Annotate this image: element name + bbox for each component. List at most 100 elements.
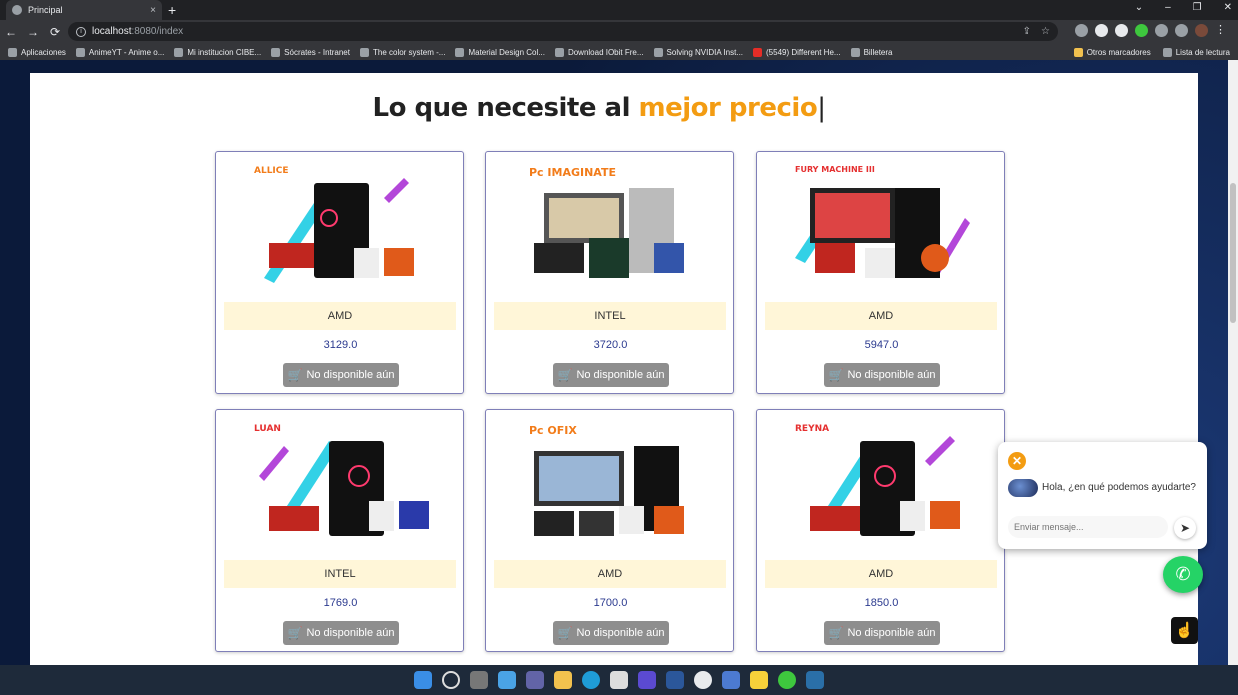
extension-icon[interactable] <box>1115 24 1128 37</box>
store-icon[interactable] <box>610 671 628 689</box>
add-to-cart-button[interactable]: 🛒 No disponible aún <box>553 621 669 645</box>
button-label: No disponible aún <box>576 369 665 381</box>
edge-icon[interactable] <box>582 671 600 689</box>
task-view-icon[interactable] <box>470 671 488 689</box>
reading-list-icon[interactable] <box>1175 24 1188 37</box>
chat-message-input[interactable] <box>1008 516 1168 538</box>
product-image: REYNA <box>795 424 960 536</box>
extension-icon[interactable] <box>1135 24 1148 37</box>
add-to-cart-button[interactable]: 🛒 No disponible aún <box>553 363 669 387</box>
bookmark-label: Aplicaciones <box>21 47 66 57</box>
hand-pointer-icon: ☝ <box>1175 622 1194 639</box>
widgets-icon[interactable] <box>498 671 516 689</box>
share-icon[interactable]: ⇪ <box>1023 26 1031 37</box>
new-tab-button[interactable]: + <box>168 2 176 18</box>
reload-button[interactable]: ⟳ <box>44 25 66 39</box>
send-icon[interactable]: ➤ <box>1174 517 1196 539</box>
product-image: FURY MACHINE III <box>795 165 970 278</box>
product-price: 3129.0 <box>323 339 358 351</box>
bookmark-star-icon[interactable]: ☆ <box>1041 26 1050 37</box>
bookmark-favicon-icon <box>271 47 281 57</box>
add-to-cart-button[interactable]: 🛒 No disponible aún <box>824 621 940 645</box>
close-window-button[interactable]: ✕ <box>1224 2 1232 13</box>
reading-list[interactable]: Lista de lectura <box>1162 47 1230 57</box>
puzzle-icon[interactable] <box>1155 24 1168 37</box>
bookmark-item[interactable]: The color system -... <box>359 47 446 57</box>
scrollbar-thumb[interactable] <box>1230 183 1236 323</box>
extensions-area: ⋮ <box>1075 24 1226 37</box>
app-icon[interactable] <box>722 671 740 689</box>
reading-list-icon <box>1162 47 1172 57</box>
youtube-icon <box>753 47 763 57</box>
chat-greeting: Hola, ¿en qué podemos ayudarte? <box>1042 482 1196 493</box>
image-label: LUAN <box>254 424 281 434</box>
pointer-hand-button[interactable]: ☝ <box>1171 617 1198 644</box>
bookmark-label: Mi institucion CIBE... <box>187 47 262 57</box>
bookmark-item[interactable]: AnimeYT - Anime o... <box>75 47 165 57</box>
app-icon[interactable] <box>778 671 796 689</box>
other-bookmarks[interactable]: Otros marcadores <box>1073 47 1151 57</box>
bookmarks-bar: Aplicaciones AnimeYT - Anime o... Mi ins… <box>0 44 1238 60</box>
product-brand: INTEL <box>494 302 726 330</box>
chat-close-button[interactable]: ✕ <box>1008 452 1026 470</box>
product-brand: AMD <box>765 302 997 330</box>
add-to-cart-button[interactable]: 🛒 No disponible aún <box>824 363 940 387</box>
tab-search-icon[interactable]: ⌄ <box>1135 2 1143 13</box>
bookmark-favicon-icon <box>174 47 184 57</box>
chat-bot-avatar <box>1008 479 1038 497</box>
address-bar[interactable]: i localhost :8080/index ⇪ ☆ <box>68 22 1058 41</box>
profile-avatar[interactable] <box>1195 24 1208 37</box>
back-button[interactable]: ← <box>0 25 22 39</box>
file-explorer-icon[interactable] <box>554 671 572 689</box>
bookmark-item[interactable]: Material Design Col... <box>455 47 545 57</box>
extension-icon[interactable] <box>1075 24 1088 37</box>
heading-accent: mejor precio <box>638 93 818 123</box>
bookmark-item[interactable]: Sócrates - Intranet <box>271 47 350 57</box>
window-controls: ⌄ – ❐ ✕ <box>1135 2 1232 13</box>
main-content: Lo que necesite al mejor precio| ALLICE … <box>30 73 1198 665</box>
apps-icon <box>8 47 17 57</box>
product-brand: AMD <box>494 560 726 588</box>
product-card: Pc IMAGINATE INTEL 3720.0 🛒 No disponible… <box>485 151 734 394</box>
app-icon[interactable] <box>806 671 824 689</box>
bookmark-favicon-icon <box>75 47 85 57</box>
button-label: No disponible aún <box>847 369 936 381</box>
sticky-notes-icon[interactable] <box>750 671 768 689</box>
app-icon[interactable] <box>638 671 656 689</box>
cart-icon: 🛒 <box>557 368 573 382</box>
button-label: No disponible aún <box>306 369 395 381</box>
chat-icon[interactable] <box>526 671 544 689</box>
url-host: localhost <box>92 26 132 37</box>
maximize-button[interactable]: ❐ <box>1193 2 1202 13</box>
bookmark-label: Billetera <box>863 47 893 57</box>
bookmark-item[interactable]: (5549) Different He... <box>753 47 841 57</box>
bookmark-favicon-icon <box>554 47 564 57</box>
bookmark-item[interactable]: Download IObit Fre... <box>554 47 644 57</box>
product-image: LUAN <box>254 424 429 536</box>
bookmark-item[interactable]: Billetera <box>850 47 893 57</box>
product-price: 1850.0 <box>864 597 899 609</box>
site-info-icon[interactable]: i <box>76 26 86 37</box>
menu-kebab-icon[interactable]: ⋮ <box>1215 24 1226 37</box>
search-icon[interactable] <box>442 671 460 689</box>
extension-icon[interactable] <box>1095 24 1108 37</box>
minimize-button[interactable]: – <box>1165 2 1171 13</box>
windows-taskbar <box>0 665 1238 695</box>
bookmark-item[interactable]: Aplicaciones <box>8 47 66 57</box>
add-to-cart-button[interactable]: 🛒 No disponible aún <box>283 621 399 645</box>
windows-start-icon[interactable] <box>414 671 432 689</box>
page-scrollbar[interactable] <box>1228 60 1238 665</box>
chrome-icon[interactable] <box>694 671 712 689</box>
bookmark-item[interactable]: Solving NVIDIA Inst... <box>653 47 743 57</box>
add-to-cart-button[interactable]: 🛒 No disponible aún <box>283 363 399 387</box>
bookmark-label: The color system -... <box>372 47 446 57</box>
url-path: :8080/index <box>131 26 184 37</box>
tab-close-icon[interactable]: × <box>150 5 156 16</box>
whatsapp-button[interactable]: ✆ <box>1163 556 1203 593</box>
forward-button[interactable]: → <box>22 25 44 39</box>
browser-tab[interactable]: Principal × <box>6 0 162 20</box>
bookmark-label: AnimeYT - Anime o... <box>88 47 165 57</box>
word-icon[interactable] <box>666 671 684 689</box>
bookmark-favicon-icon <box>455 47 465 57</box>
bookmark-item[interactable]: Mi institucion CIBE... <box>174 47 262 57</box>
